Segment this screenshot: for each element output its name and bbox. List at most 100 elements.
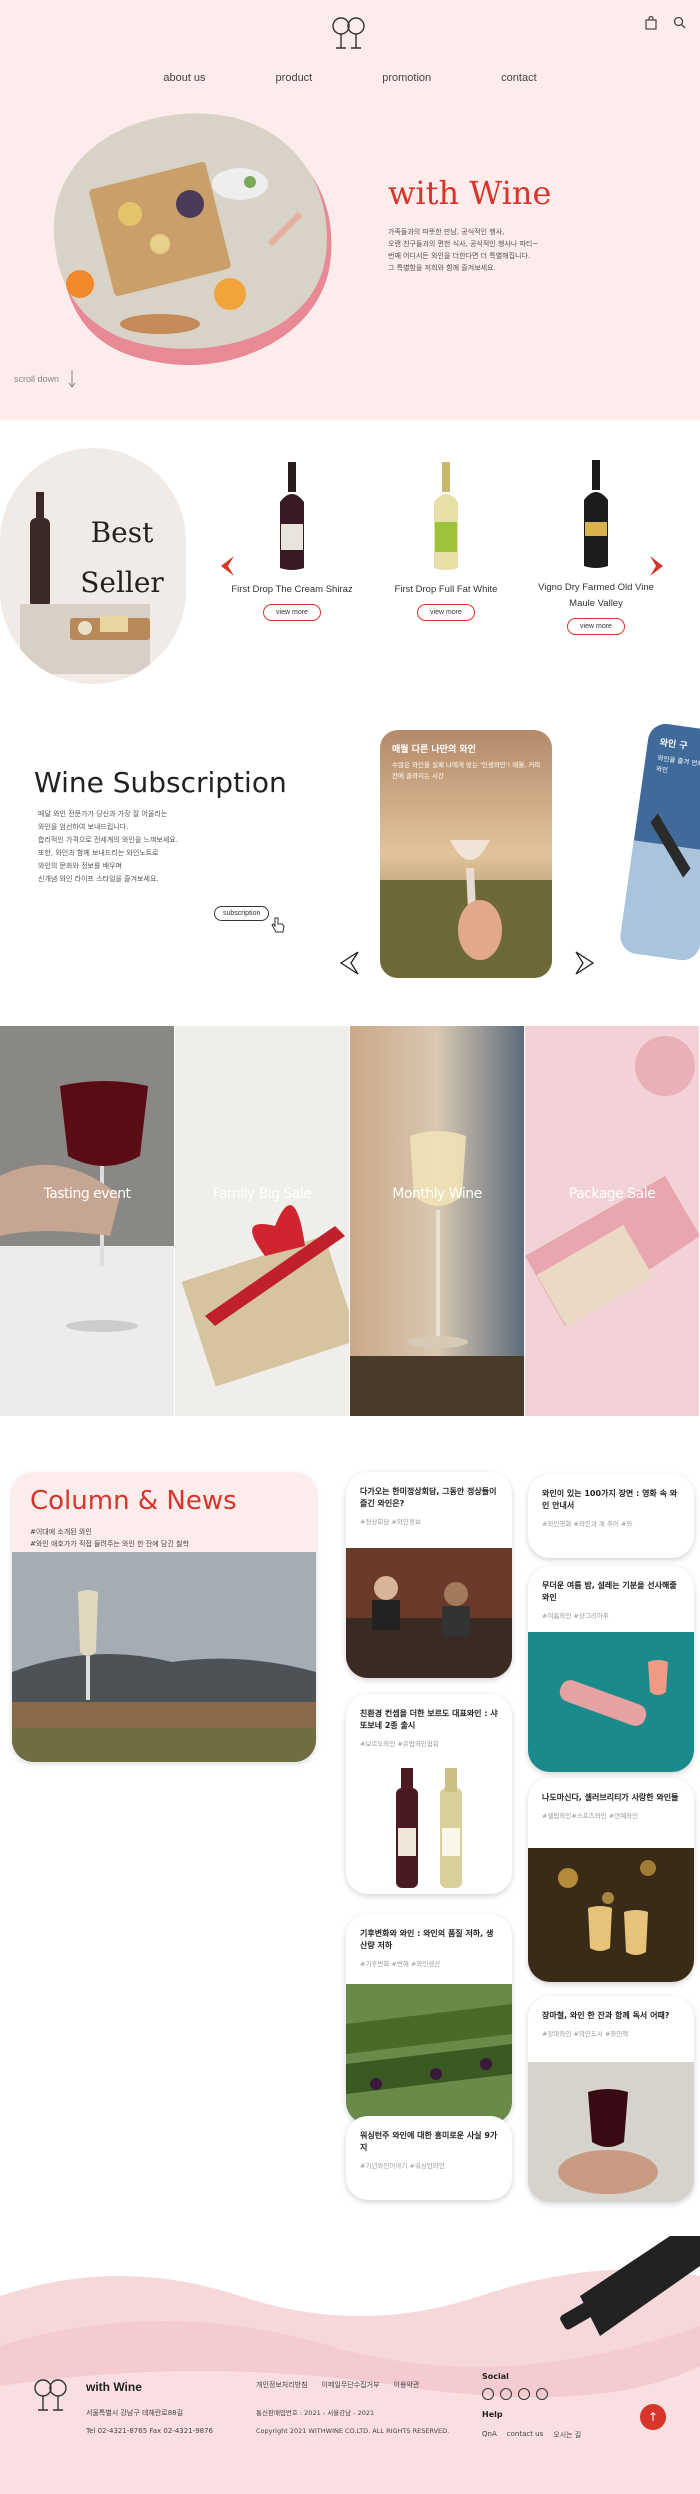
news-card-tags: #장마와인 #와인도서 #와인책 (542, 2030, 629, 2038)
shopping-bag-icon[interactable] (645, 15, 657, 34)
nav-promotion[interactable]: promotion (382, 72, 431, 84)
vineyard-image (346, 1984, 512, 2124)
subscription-title: Wine Subscription (34, 766, 287, 799)
view-more-button[interactable]: view more (567, 618, 625, 635)
footer-info: 통신판매업번호 : 2021 - 서울강남 - 2021 Copyright 2… (256, 2404, 449, 2440)
news-card-tags: #보르도와인 #유럽와인협회 (360, 1740, 439, 1748)
footer-registration: 통신판매업번호 : 2021 - 서울강남 - 2021 (256, 2409, 375, 2417)
event-package-sale[interactable]: Package Sale (525, 1026, 700, 1416)
instagram-icon[interactable] (518, 2388, 530, 2400)
subscription-line: 매달 와인 전문가가 당신과 가장 잘 어울리는 (38, 810, 168, 818)
champagne-landscape-image (12, 1552, 316, 1762)
event-family-sale[interactable]: Family Big Sale (175, 1026, 350, 1416)
subscription-line: 또한, 와인과 함께 보내드리는 와인노트로 (38, 849, 159, 857)
scroll-down-label[interactable]: scroll down (14, 374, 59, 384)
celebrity-toast-image (528, 1848, 694, 1982)
rose-wine-pool-image (528, 1632, 694, 1772)
hero-section: about us product promotion contact with … (0, 0, 700, 420)
news-card[interactable]: 장마철, 와인 한 잔과 함께 독서 어때? #장마와인 #와인도서 #와인책 (528, 1996, 694, 2202)
gift-box-image (175, 1026, 349, 1416)
news-card-tags: #기년와인이야기 #워싱턴와인 (360, 2162, 445, 2170)
news-card[interactable]: 친환경 컨셉을 더한 보르도 대표와인 : 샤또보네 2종 출시 #보르도와인 … (346, 1694, 512, 1894)
twitter-icon[interactable] (500, 2388, 512, 2400)
nav-product[interactable]: product (276, 72, 313, 84)
footer-help-links: QnA contact us 오시는 길 (482, 2430, 581, 2440)
footer-link-email-policy[interactable]: 이메일무단수집거부 (322, 2380, 380, 2390)
news-feature-card[interactable]: Column & News #이대에 소개된 와인 #와인 애호가가 직접 들려… (12, 1472, 316, 1762)
footer-brand: with Wine (86, 2380, 142, 2394)
news-subtitle-line: #이대에 소개된 와인 (30, 1528, 92, 1536)
news-card-title: 워싱턴주 와인에 대한 흥미로운 사실 9가지 (360, 2131, 498, 2152)
product-card[interactable]: First Drop The Cream Shiraz view more (222, 462, 362, 621)
best-seller-section: Best Seller First Drop The Cream Shiraz … (0, 420, 700, 700)
scroll-top-button[interactable]: ↑ (640, 2404, 666, 2430)
news-card[interactable]: 무더운 여름 밤, 설레는 기분을 선사해줄 와인 #여름와인 #샹그리아추 (528, 1566, 694, 1772)
arrow-right-icon[interactable] (574, 950, 596, 976)
news-card-title: 와인이 있는 100가지 장면 : 영화 속 와인 안내서 (542, 1489, 678, 1510)
footer-link-contact[interactable]: contact us (507, 2430, 544, 2440)
wine-bottle-image (584, 460, 608, 568)
hero-description: 가족들과의 따뜻한 만남, 공식적인 행사, 오랜 친구들과의 편한 식사, 공… (388, 226, 578, 274)
wine-bottle-image (280, 462, 304, 570)
event-label: Tasting event (43, 1186, 131, 1202)
news-subtitle-line: #와인 애호가가 직접 들려주는 와인 한 잔에 담긴 철학 (30, 1540, 189, 1548)
news-card[interactable]: 나도마신다, 셀러브리티가 사랑한 와인들 #셀럽와인#스포츠와인 #연예와인 (528, 1778, 694, 1982)
hero-line: 오랜 친구들과의 편한 식사, 공식적인 행사나 파티~ (388, 240, 539, 248)
subscription-card-title: 매월 다른 나만의 와인 (392, 745, 476, 755)
footer-help-title: Help (482, 2410, 503, 2419)
footer-link-terms[interactable]: 이용약관 (394, 2380, 420, 2390)
product-card[interactable]: Vigno Dry Farmed Old Vine Maule Valley v… (528, 460, 664, 635)
hero-line: 가족들과의 따뜻한 만남, 공식적인 행사, (388, 228, 505, 236)
subscription-card-text: 수많은 와인을 실패 나에게 맞는 '인생와인'! 매월, 커피잔에 골라지는 … (392, 761, 541, 780)
nav-about[interactable]: about us (163, 72, 205, 84)
view-more-button[interactable]: view more (417, 604, 475, 621)
arrow-down-icon[interactable] (68, 370, 76, 388)
news-card-title: 무더운 여름 밤, 설레는 기분을 선사해줄 와인 (542, 1581, 677, 1602)
product-card[interactable]: First Drop Full Fat White view more (376, 462, 516, 621)
news-card[interactable]: 워싱턴주 와인에 대한 흥미로운 사실 9가지 #기년와인이야기 #워싱턴와인 (346, 2116, 512, 2200)
event-monthly-wine[interactable]: Monthly Wine (350, 1026, 525, 1416)
news-card-title: 다가오는 한미정상회담, 그동안 정상들이 즐긴 와인은? (360, 1487, 497, 1508)
footer-link-directions[interactable]: 오시는 길 (553, 2430, 581, 2440)
arrow-left-icon[interactable] (338, 950, 360, 976)
hero-title: with Wine (388, 174, 552, 212)
footer-logo-icon[interactable] (30, 2376, 74, 2416)
hero-picnic-image (53, 113, 332, 366)
news-card-title: 기후변화와 와인 : 와인의 품질 저하, 생산량 저하 (360, 1929, 494, 1950)
events-section: Tasting event Family Big Sale Monthly Wi… (0, 1026, 700, 1416)
nav-contact[interactable]: contact (501, 72, 536, 84)
chateau-bonnet-image (346, 1758, 512, 1894)
news-card-tags: #기후변화 #변해 #와인생산 (360, 1960, 441, 1968)
news-card-tags: #정상회담 #와인정보 (360, 1518, 421, 1526)
subscription-card[interactable]: 와인 구 와인을 즐겨 언제든지 와인 (618, 721, 700, 963)
view-more-button[interactable]: view more (263, 604, 321, 621)
footer-link-qna[interactable]: QnA (482, 2430, 497, 2440)
footer-link-privacy[interactable]: 개인정보처리방침 (256, 2380, 308, 2390)
product-name: First Drop The Cream Shiraz (231, 584, 353, 595)
subscription-description: 매달 와인 전문가가 당신과 가장 잘 어울리는 와인을 엄선하여 보내드립니다… (38, 808, 238, 886)
reading-wine-image (528, 2062, 694, 2202)
meeting-image (346, 1548, 512, 1678)
news-card[interactable]: 다가오는 한미정상회담, 그동안 정상들이 즐긴 와인은? #정상회담 #와인정… (346, 1472, 512, 1678)
news-card-tags: #와인영화 #와인과 계 추어 #와 (542, 1520, 633, 1528)
footer-address: 서울특별시 강남구 테헤란로88길 Tel 02-4321-8765 Fax 0… (86, 2404, 213, 2440)
footer-social-title: Social (482, 2372, 509, 2381)
news-card[interactable]: 기후변화와 와인 : 와인의 품질 저하, 생산량 저하 #기후변화 #변해 #… (346, 1914, 512, 2124)
subscription-button[interactable]: subscription (214, 906, 270, 921)
event-tasting[interactable]: Tasting event (0, 1026, 175, 1416)
search-icon[interactable] (673, 16, 686, 34)
best-seller-title-line: Best (90, 516, 154, 549)
logo-icon[interactable] (328, 14, 372, 54)
news-card[interactable]: 와인이 있는 100가지 장면 : 영화 속 와인 안내서 #와인영화 #와인과… (528, 1474, 694, 1558)
news-section: Column & News #이대에 소개된 와인 #와인 애호가가 직접 들려… (0, 1416, 700, 2236)
hero-line: 그 특별함을 저희와 함께 즐겨보세요. (388, 264, 496, 272)
subscription-line: 와인을 엄선하여 보내드립니다. (38, 823, 129, 831)
facebook-icon[interactable] (482, 2388, 494, 2400)
youtube-icon[interactable] (536, 2388, 548, 2400)
champagne-image (525, 1026, 699, 1416)
news-subtitle: #이대에 소개된 와인 #와인 애호가가 직접 들려주는 와인 한 잔에 담긴 … (30, 1526, 189, 1550)
subscription-card[interactable]: 매월 다른 나만의 와인 수많은 와인을 실패 나에게 맞는 '인생와인'! 매… (380, 730, 552, 978)
best-seller-title-line: Seller (80, 566, 164, 599)
product-name: First Drop Full Fat White (394, 584, 498, 595)
news-card-tags: #셀럽와인#스포츠와인 #연예와인 (542, 1812, 639, 1820)
